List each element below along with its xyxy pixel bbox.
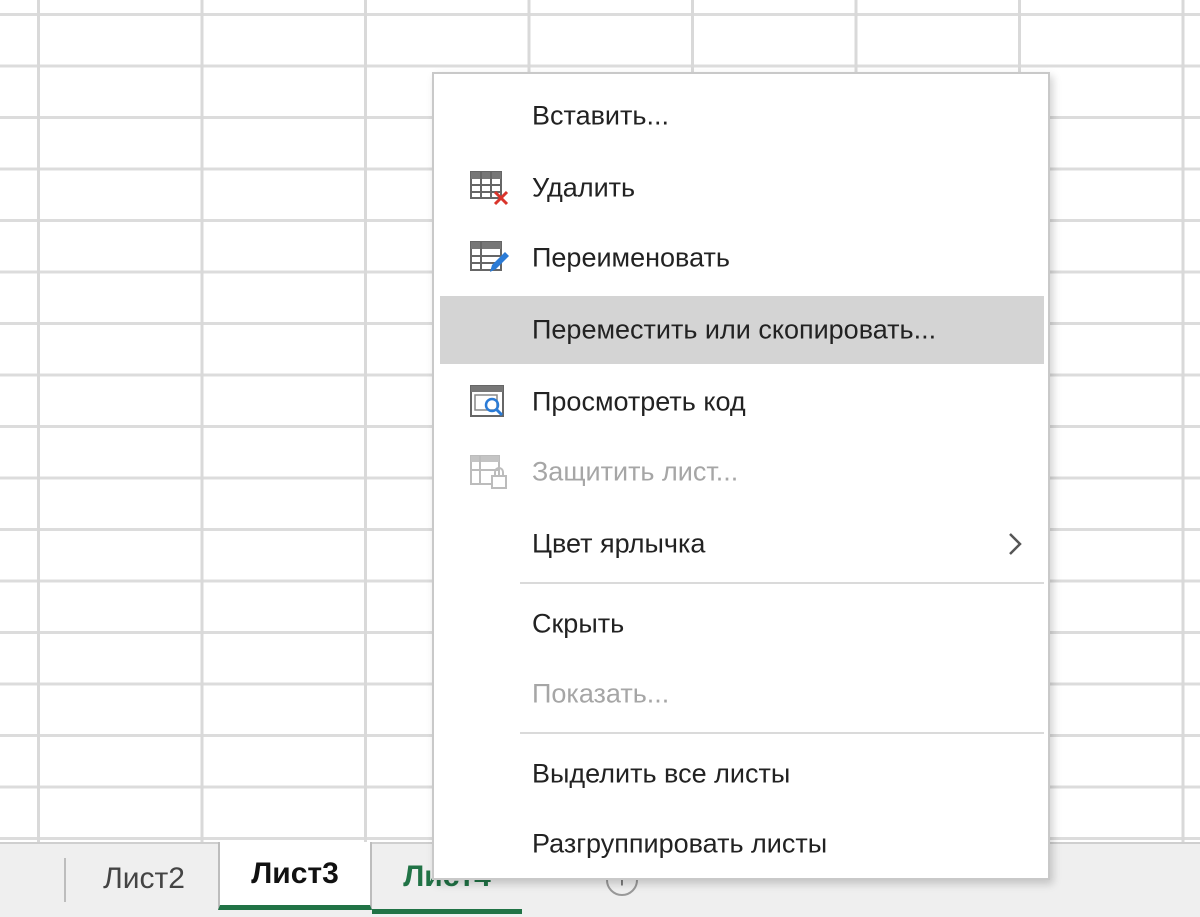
menu-item-delete[interactable]: Удалить — [440, 154, 1044, 222]
menu-item-label: Разгруппировать листы — [532, 828, 828, 859]
menu-item-label: Показать... — [532, 678, 670, 709]
menu-item-tab-color[interactable]: Цвет ярлычка — [440, 510, 1044, 578]
sheet-tab-label: Лист3 — [251, 856, 339, 890]
sheet-tab-list2[interactable]: Лист2 — [70, 844, 218, 914]
menu-separator — [520, 732, 1044, 734]
chevron-right-icon — [1004, 531, 1026, 557]
menu-item-select-all-sheets[interactable]: Выделить все листы — [440, 740, 1044, 808]
menu-item-label: Вставить... — [532, 100, 669, 131]
protect-sheet-icon — [468, 452, 514, 492]
menu-item-insert[interactable]: Вставить... — [440, 82, 1044, 150]
menu-item-move-copy[interactable]: Переместить или скопировать... — [440, 296, 1044, 364]
menu-separator — [520, 582, 1044, 584]
view-code-icon — [468, 382, 514, 422]
menu-item-label: Переместить или скопировать... — [532, 314, 937, 345]
menu-item-hide[interactable]: Скрыть — [440, 590, 1044, 658]
menu-item-view-code[interactable]: Просмотреть код — [440, 368, 1044, 436]
sheet-tab-label: Лист2 — [103, 862, 185, 895]
menu-item-label: Переименовать — [532, 242, 730, 273]
menu-item-label: Удалить — [532, 172, 636, 203]
menu-item-label: Просмотреть код — [532, 386, 746, 417]
menu-item-rename[interactable]: Переименовать — [440, 224, 1044, 292]
menu-item-label: Цвет ярлычка — [532, 528, 706, 559]
menu-item-ungroup-sheets[interactable]: Разгруппировать листы — [440, 810, 1044, 878]
rename-sheet-icon — [468, 238, 514, 278]
menu-item-label: Скрыть — [532, 608, 625, 639]
sheet-tab-list3[interactable]: Лист3 — [218, 842, 372, 910]
menu-item-label: Защитить лист... — [532, 456, 739, 487]
delete-sheet-icon — [468, 168, 514, 208]
menu-item-label: Выделить все листы — [532, 758, 791, 789]
tab-divider — [64, 858, 66, 902]
menu-item-protect-sheet[interactable]: Защитить лист... — [440, 438, 1044, 506]
sheet-context-menu: Вставить... Удалить Переименовать Переме… — [432, 72, 1050, 880]
menu-item-show[interactable]: Показать... — [440, 660, 1044, 728]
